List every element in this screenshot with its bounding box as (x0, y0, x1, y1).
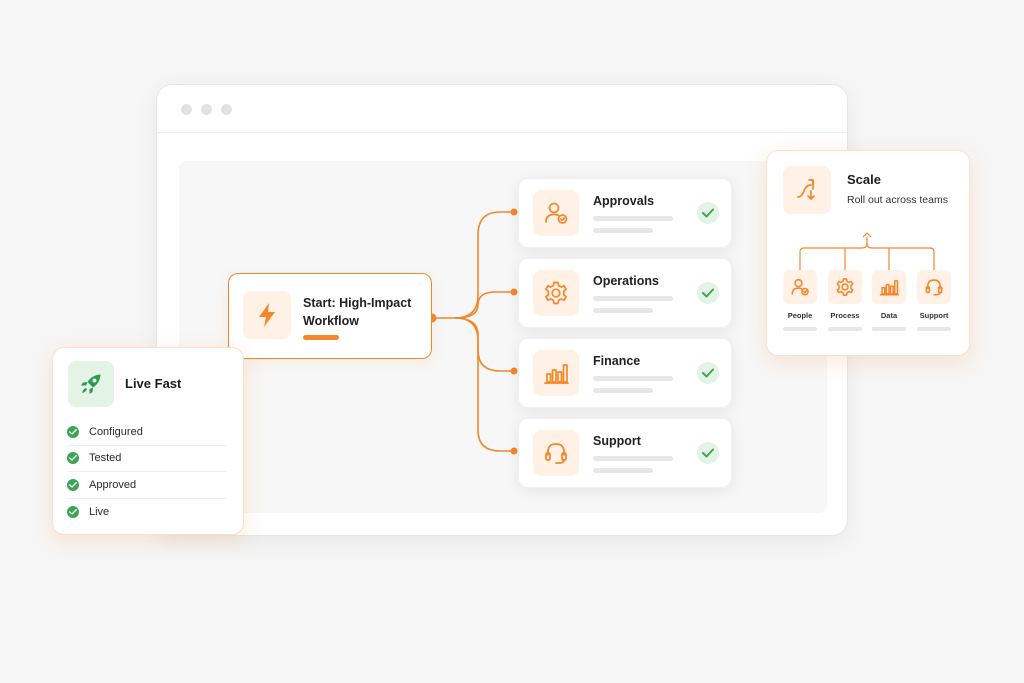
dept-label: Operations (593, 274, 659, 288)
checklist-item-label: Configured (89, 425, 143, 438)
check-icon (67, 425, 79, 438)
dept-label: Finance (593, 354, 641, 368)
check-icon (67, 505, 79, 518)
live-fast-checklist: Configured Tested Approved Live (67, 419, 227, 525)
checklist-item-label: Live (89, 505, 110, 518)
checklist-item: Configured (67, 419, 227, 446)
placeholder-bar (593, 216, 673, 221)
dept-card-finance[interactable]: Finance (518, 338, 732, 408)
checklist-item-label: Approved (89, 478, 137, 491)
scale-subtitle: Roll out across teams (847, 194, 948, 206)
live-fast-title: Live Fast (125, 376, 182, 391)
team-node-support[interactable]: Support (917, 270, 951, 331)
dept-card-operations[interactable]: Operations (518, 258, 732, 328)
live-fast-card[interactable]: Live Fast Configured Tested Approved Liv… (52, 347, 244, 535)
check-icon (697, 282, 719, 304)
placeholder-bar (917, 327, 951, 331)
scale-title: Scale (847, 172, 881, 187)
placeholder-bar (593, 296, 673, 301)
gear-icon (533, 270, 579, 316)
window-dot-icon (221, 104, 232, 115)
dept-card-approvals[interactable]: Approvals (518, 178, 732, 248)
scale-card[interactable]: Scale Roll out across teams People Proce… (766, 150, 970, 356)
placeholder-bar (828, 327, 862, 331)
team-node-process[interactable]: Process (828, 270, 862, 331)
check-icon (67, 452, 79, 465)
team-node-people[interactable]: People (783, 270, 817, 331)
check-icon (67, 478, 79, 491)
placeholder-bar (593, 228, 653, 233)
headset-icon (533, 430, 579, 476)
bar-chart-icon (872, 270, 906, 304)
check-icon (697, 362, 719, 384)
checklist-item: Live (67, 499, 227, 526)
check-icon (697, 202, 719, 224)
dept-label: Support (593, 434, 641, 448)
dept-label: Approvals (593, 194, 655, 208)
bar-chart-icon (533, 350, 579, 396)
start-node-accent-bar (303, 335, 339, 340)
rocket-icon (68, 361, 114, 407)
lightning-icon (243, 291, 291, 339)
team-node-data[interactable]: Data (872, 270, 906, 331)
headset-icon (917, 270, 951, 304)
window-titlebar (157, 85, 847, 133)
window-dot-icon (181, 104, 192, 115)
placeholder-bar (593, 308, 653, 313)
user-check-icon (783, 270, 817, 304)
check-icon (697, 442, 719, 464)
dept-card-support[interactable]: Support (518, 418, 732, 488)
gear-icon (828, 270, 862, 304)
placeholder-bar (593, 456, 673, 461)
split-arrows-icon (783, 166, 831, 214)
placeholder-bar (593, 468, 653, 473)
checklist-item: Approved (67, 472, 227, 499)
user-check-icon (533, 190, 579, 236)
team-node-label: Support (919, 311, 949, 320)
placeholder-bar (593, 388, 653, 393)
checklist-item-label: Tested (89, 452, 122, 465)
placeholder-bar (872, 327, 906, 331)
placeholder-bar (593, 376, 673, 381)
start-node-title: Start: High-Impact Workflow (303, 296, 412, 328)
window-dot-icon (201, 104, 212, 115)
checklist-item: Tested (67, 446, 227, 472)
placeholder-bar (783, 327, 817, 331)
start-node[interactable]: Start: High-Impact Workflow (228, 273, 432, 359)
